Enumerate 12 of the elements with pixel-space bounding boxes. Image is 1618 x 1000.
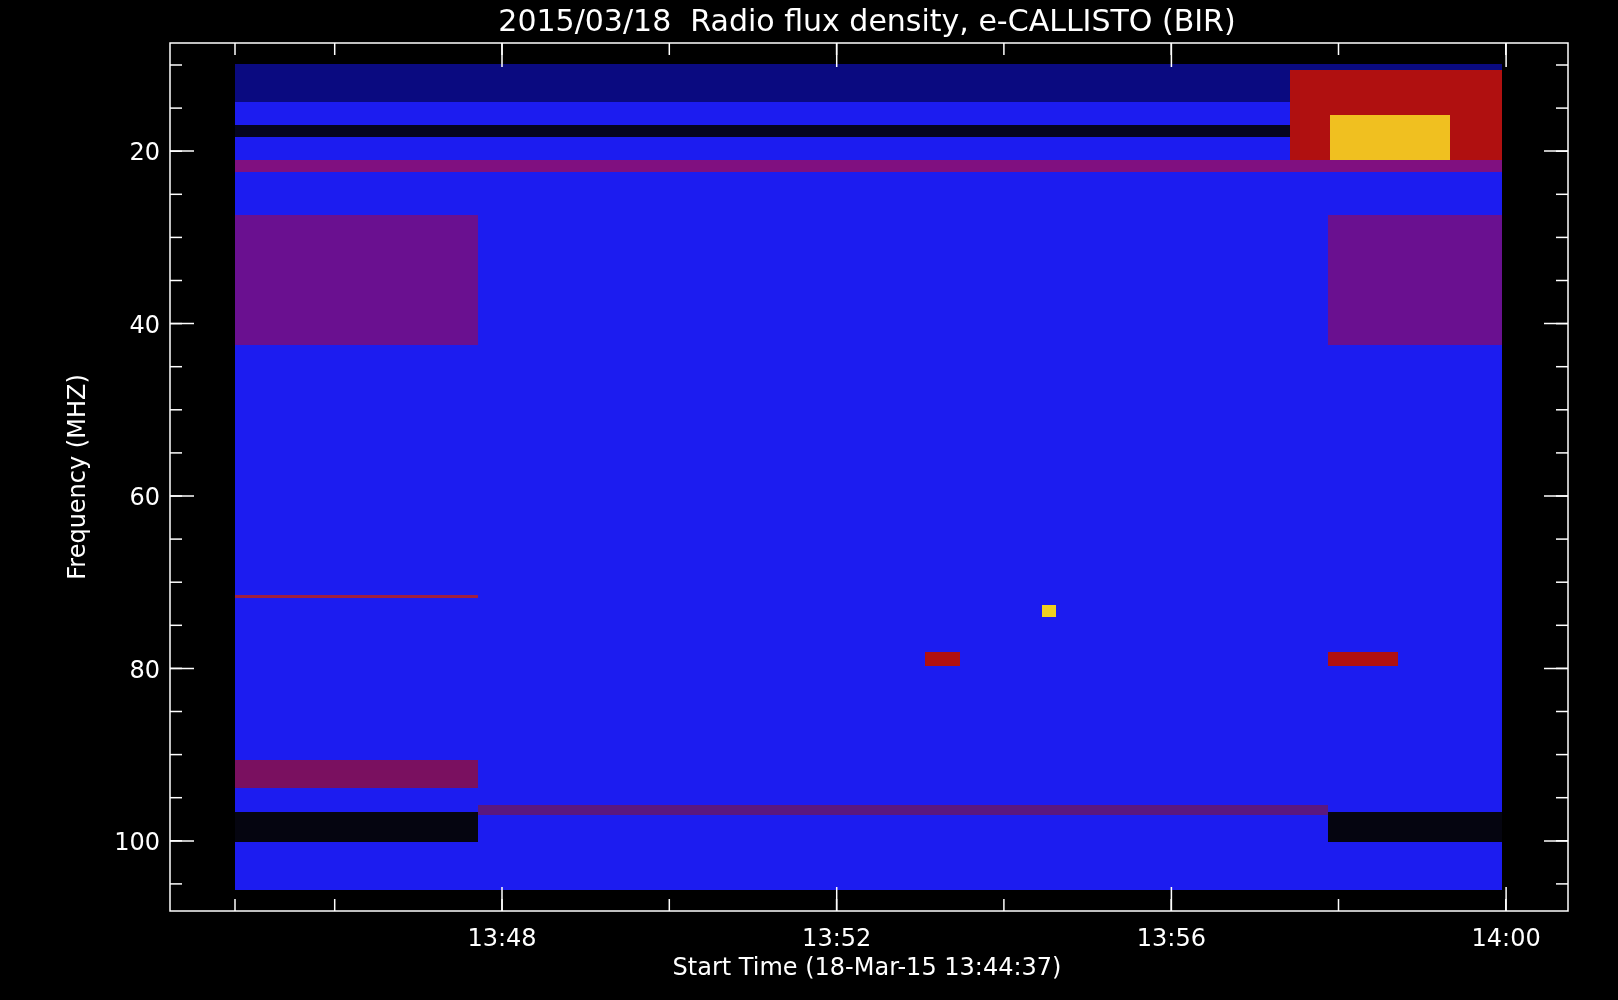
x-tick-label: 13:48 [467, 924, 537, 952]
y-tick-label: 20 [129, 138, 160, 166]
x-tick-label: 13:52 [802, 924, 872, 952]
chart-title: 2015/03/18 Radio flux density, e-CALLISTO (BIR) [498, 3, 1236, 38]
y-axis-label: Frequency (MHZ) [63, 374, 91, 580]
y-tick-label: 80 [129, 655, 160, 684]
x-tick-label: 13:56 [1136, 924, 1206, 952]
y-tick-label: 40 [129, 310, 160, 339]
x-axis-label: Start Time (18-Mar-15 13:44:37) [672, 953, 1062, 981]
x-tick-label: 14:00 [1471, 924, 1541, 952]
y-tick-label: 100 [114, 828, 160, 856]
y-tick-label: 60 [129, 483, 160, 511]
